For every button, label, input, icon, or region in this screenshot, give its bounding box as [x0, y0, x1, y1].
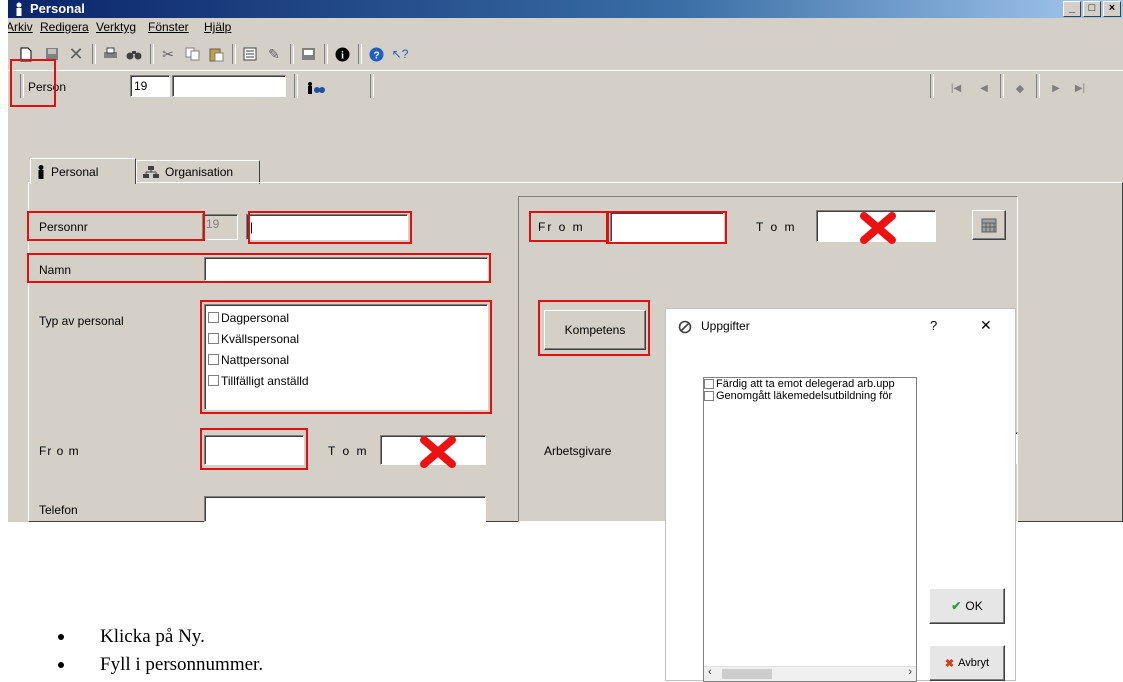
list-item[interactable]: Nattpersonal [208, 349, 487, 370]
disabled-icon [678, 320, 692, 334]
cancel-button-label: Avbryt [958, 657, 990, 669]
calendar-button[interactable] [972, 210, 1006, 240]
right-tom-label: T o m [756, 220, 797, 234]
from-label: Fr o m [39, 444, 80, 458]
menu-arkiv[interactable]: Arkiv [8, 20, 33, 34]
toolbar: ✕ ✂ ✎ i ? ↖? [8, 36, 1123, 71]
dialog-help-button[interactable]: ? [930, 318, 937, 333]
personnr-field[interactable]: | [246, 214, 408, 240]
right-from-field[interactable] [610, 212, 724, 242]
save-icon[interactable] [44, 46, 60, 62]
copy-icon[interactable] [184, 46, 200, 62]
prev-record-icon[interactable]: ◀ [976, 80, 992, 96]
telefon-field[interactable] [204, 496, 486, 522]
dialog-close-button[interactable]: ✕ [980, 317, 992, 334]
find-icon[interactable] [126, 46, 142, 62]
personnr-label: Personnr [39, 220, 88, 234]
instruction-item: Fyll i personnummer. [58, 651, 263, 679]
tool-icon[interactable]: ✎ [266, 46, 282, 62]
minimize-button[interactable]: _ [1063, 1, 1081, 17]
cross-mark-icon [860, 212, 896, 244]
title-bar: Personal _ □ × [8, 0, 1123, 18]
tom-label: T o m [328, 444, 369, 458]
namn-field[interactable] [204, 257, 488, 281]
person-name-field[interactable] [172, 75, 286, 97]
next-record-icon[interactable]: ▶ [1048, 80, 1064, 96]
person-id-field[interactable]: 19 [130, 75, 170, 97]
list-item[interactable]: Kvällspersonal [208, 328, 487, 349]
instruction-list: Klicka på Ny. Fyll i personnummer. [58, 623, 263, 679]
list-item[interactable]: Dagpersonal [208, 307, 487, 328]
personnr-prefix-field: 19 [202, 214, 238, 240]
report-icon[interactable] [300, 46, 316, 62]
menu-hjalp[interactable]: Hjälp [204, 20, 231, 34]
menu-redigera[interactable]: Redigera [40, 20, 89, 34]
ok-button[interactable]: ✔ OK [929, 588, 1005, 624]
list-item[interactable]: Genomgått läkemedelsutbildning för [704, 390, 916, 402]
maximize-button[interactable]: □ [1083, 1, 1101, 17]
checkbox[interactable] [704, 379, 714, 389]
arbetsgivare-label: Arbetsgivare [544, 444, 612, 458]
scroll-left-icon[interactable]: ‹ [708, 666, 712, 678]
tab-personal[interactable]: Personal [30, 158, 136, 184]
current-record-icon[interactable]: ◆ [1012, 80, 1028, 96]
check-icon: ✔ [951, 599, 962, 613]
right-from-label: Fr o m [538, 220, 585, 234]
checkbox[interactable] [208, 375, 219, 386]
cross-mark-icon [420, 436, 456, 468]
typ-av-personal-list: Dagpersonal Kvällspersonal Nattpersonal … [204, 304, 488, 410]
org-chart-icon [143, 165, 159, 178]
kompetens-button[interactable]: Kompetens [544, 310, 646, 350]
horizontal-scrollbar[interactable]: ‹ › [704, 666, 916, 681]
uppgifter-list: Färdig att ta emot delegerad arb.upp Gen… [703, 377, 917, 682]
list-icon[interactable] [242, 46, 258, 62]
help-icon[interactable]: ? [368, 46, 384, 62]
person-icon [16, 2, 22, 16]
whats-this-icon[interactable]: ↖? [392, 46, 409, 62]
tab-organisation-label: Organisation [165, 165, 234, 179]
first-record-icon[interactable]: |◀ [948, 80, 964, 96]
checkbox[interactable] [208, 354, 219, 365]
cut-icon[interactable]: ✂ [160, 46, 176, 62]
uppgifter-dialog: Uppgifter ? ✕ Färdig att ta emot deleger… [665, 308, 1016, 682]
namn-label: Namn [39, 263, 72, 277]
svg-text:?: ? [373, 50, 379, 61]
typ-av-personal-label: Typ av personal [39, 314, 124, 328]
list-item[interactable]: Färdig att ta emot delegerad arb.upp [704, 378, 916, 390]
close-button[interactable]: × [1103, 1, 1121, 17]
person-search-icon[interactable] [306, 80, 326, 96]
from-field[interactable] [204, 435, 304, 465]
ok-button-label: OK [965, 599, 983, 613]
dialog-title: Uppgifter [701, 319, 750, 333]
delete-icon[interactable]: ✕ [68, 44, 84, 64]
checkbox[interactable] [208, 312, 219, 323]
window-title: Personal [30, 1, 85, 16]
menu-bar: Arkiv Redigera Verktyg Fönster Hjälp [8, 18, 1123, 36]
last-record-icon[interactable]: ▶| [1072, 80, 1088, 96]
list-item[interactable]: Tillfälligt anställd [208, 370, 487, 391]
print-icon[interactable] [102, 46, 118, 62]
info-icon[interactable]: i [334, 46, 350, 62]
calendar-icon [981, 218, 997, 233]
person-icon [38, 164, 44, 179]
cancel-x-icon: ✖ [944, 657, 955, 670]
tab-personal-label: Personal [51, 164, 99, 179]
svg-text:i: i [341, 50, 344, 61]
menu-fonster[interactable]: Fönster [148, 20, 189, 34]
person-navbar: Person 19 |◀ ◀ ◆ ▶ ▶| [8, 70, 1123, 120]
checkbox[interactable] [704, 391, 714, 401]
scroll-right-icon[interactable]: › [908, 666, 912, 678]
instruction-item: Klicka på Ny. [58, 623, 263, 651]
tab-organisation[interactable]: Organisation [136, 160, 260, 184]
cancel-button[interactable]: ✖ Avbryt [929, 645, 1005, 681]
scroll-thumb[interactable] [722, 669, 772, 679]
person-label: Person [28, 80, 67, 94]
paste-icon[interactable] [208, 46, 224, 62]
menu-verktyg[interactable]: Verktyg [96, 20, 136, 34]
telefon-label: Telefon [39, 503, 78, 517]
new-icon[interactable] [18, 46, 34, 62]
checkbox[interactable] [208, 333, 219, 344]
